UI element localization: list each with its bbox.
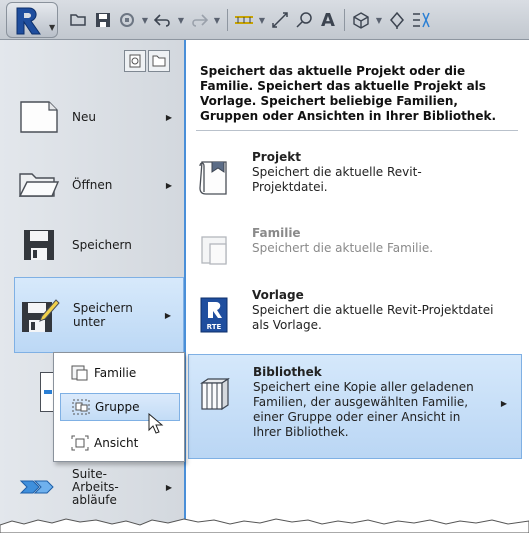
save-as-icon	[22, 299, 60, 332]
save-icon[interactable]	[92, 7, 114, 33]
option-description: Familien, der ausgewählten Familie,	[253, 395, 469, 409]
open-documents-icon[interactable]	[148, 50, 170, 72]
export-arrow-icon	[44, 390, 52, 394]
redo-icon[interactable]	[188, 7, 210, 33]
menu-item-label: Suite- Arbeits- abläufe	[72, 466, 119, 507]
option-description: Speichert die aktuelle Revit-	[252, 165, 422, 179]
divider	[196, 130, 518, 131]
option-template[interactable]: RTE Vorlage Speichert die aktuelle Revit…	[188, 288, 522, 350]
undo-icon[interactable]	[152, 7, 174, 33]
recent-documents-icon[interactable]	[124, 50, 146, 72]
chevron-down-icon[interactable]: ▼	[374, 7, 384, 33]
submenu-item-label: Ansicht	[94, 436, 139, 450]
chevron-down-icon[interactable]: ▼	[140, 7, 150, 33]
chevron-down-icon[interactable]: ▼	[212, 7, 222, 33]
mouse-pointer-icon	[148, 413, 164, 434]
family-icon	[70, 363, 90, 383]
library-submenu: Familie Gruppe Ansicht	[53, 352, 185, 462]
menu-item-save-as[interactable]: Speichern unter ▶	[14, 277, 184, 353]
chevron-right-icon: ▶	[165, 180, 172, 190]
option-description: Speichert die aktuelle Revit-Projektdate…	[252, 303, 494, 317]
chevron-down-icon: ▼	[49, 23, 56, 32]
new-document-icon	[20, 101, 58, 133]
view-icon	[70, 433, 90, 453]
option-description: Projektdatei.	[252, 180, 328, 194]
chevron-right-icon: ▶	[500, 399, 507, 408]
template-file-icon: RTE	[200, 297, 228, 333]
option-description: Speichert die aktuelle Familie.	[252, 241, 434, 255]
submenu-item-label: Gruppe	[95, 400, 140, 414]
thin-lines-icon[interactable]	[410, 7, 432, 33]
save-as-panel: Speichert das aktuelle Projekt oder die …	[184, 40, 525, 533]
menu-item-label: Neu	[72, 110, 96, 124]
3d-view-icon[interactable]	[350, 7, 372, 33]
dimension-icon[interactable]	[269, 7, 291, 33]
panel-description: Speichert das aktuelle Projekt oder die …	[200, 64, 497, 123]
application-menu-button[interactable]: ▼	[6, 2, 58, 38]
section-icon[interactable]	[386, 7, 408, 33]
torn-edge	[0, 518, 529, 533]
option-description: Speichert eine Kopie aller geladenen	[253, 380, 474, 394]
menu-item-open[interactable]: Öffnen ▶	[14, 160, 184, 210]
option-project[interactable]: Projekt Speichert die aktuelle Revit- Pr…	[188, 150, 522, 220]
group-icon	[71, 397, 91, 417]
option-description: Ihrer Bibliothek.	[253, 425, 349, 439]
sync-icon[interactable]	[116, 7, 138, 33]
tag-icon[interactable]	[293, 7, 315, 33]
menu-item-label: Speichern	[72, 238, 132, 252]
option-title: Familie	[252, 226, 301, 240]
option-description: als Vorlage.	[252, 318, 322, 332]
option-title: Bibliothek	[253, 365, 322, 379]
menu-item-save[interactable]: Speichern	[14, 220, 184, 270]
project-file-icon	[199, 161, 227, 195]
chevron-right-icon: ▶	[165, 482, 172, 492]
option-family: Familie Speichert die aktuelle Familie.	[188, 226, 522, 286]
menu-item-label: Speichern unter	[73, 301, 133, 329]
option-description: einer Gruppe oder einer Ansicht in	[253, 410, 461, 424]
submenu-item-label: Familie	[94, 366, 137, 380]
chevron-down-icon[interactable]: ▼	[176, 7, 186, 33]
suite-workflows-icon	[19, 480, 54, 494]
chevron-down-icon[interactable]: ▼	[257, 7, 267, 33]
submenu-item-family[interactable]: Familie	[60, 359, 180, 387]
recent-documents-toggle	[124, 50, 172, 72]
menu-item-new[interactable]: Neu ▶	[14, 92, 184, 142]
option-library[interactable]: Bibliothek Speichert eine Kopie aller ge…	[188, 354, 522, 459]
quick-access-toolbar: ▼ ▼ ▼ ▼ ▼ A ▼	[0, 0, 529, 40]
chevron-right-icon: ▶	[165, 112, 172, 122]
option-title: Vorlage	[252, 288, 304, 302]
measure-icon[interactable]	[233, 7, 255, 33]
save-icon	[24, 230, 54, 260]
template-icon-label: RTE	[207, 323, 222, 331]
revit-logo-icon	[16, 7, 41, 35]
family-file-icon	[201, 236, 227, 265]
open-icon[interactable]	[68, 7, 90, 33]
text-icon[interactable]: A	[317, 7, 339, 33]
open-folder-icon	[18, 173, 60, 197]
menu-item-label: Öffnen	[72, 178, 113, 192]
library-books-icon	[200, 377, 230, 411]
option-title: Projekt	[252, 150, 301, 164]
chevron-right-icon: ▶	[164, 310, 171, 320]
